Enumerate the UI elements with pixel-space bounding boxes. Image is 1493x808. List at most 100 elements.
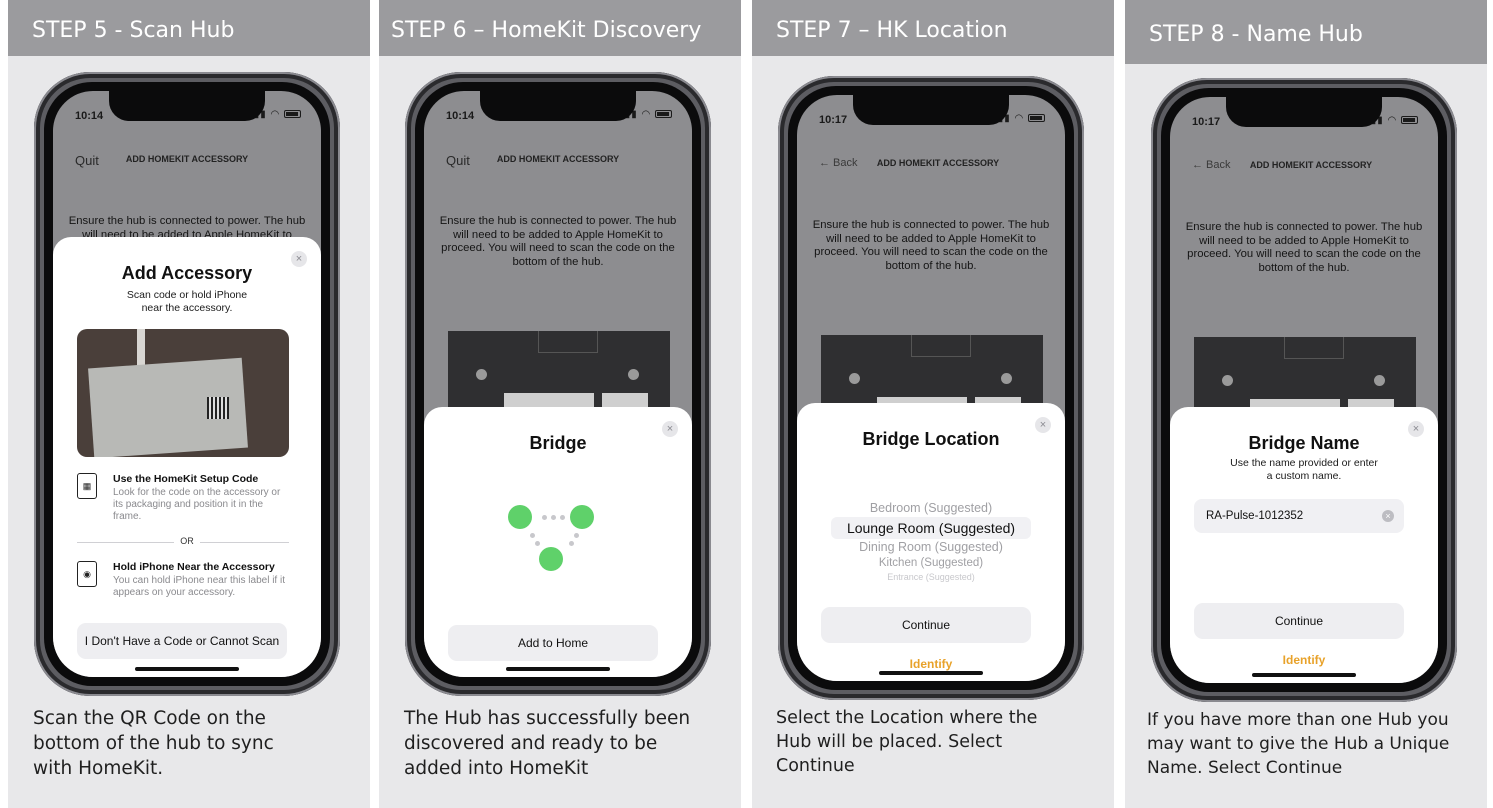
clear-icon[interactable]: × <box>1382 510 1394 522</box>
location-option[interactable]: Entrance (Suggested) <box>797 572 1065 582</box>
bridge-discovery-graphic <box>508 505 608 575</box>
status-time: 10:17 <box>1192 116 1221 128</box>
step6-panel: STEP 6 – HomeKit Discovery 10:14 ▮▮▮ ◠ Q… <box>379 0 741 808</box>
instructions-text: Ensure the hub is connected to power. Th… <box>439 215 677 268</box>
add-to-home-button[interactable]: Add to Home <box>448 625 658 661</box>
sheet-title: Bridge <box>529 433 587 453</box>
device-hole <box>1222 375 1233 386</box>
sheet-title: Add Accessory <box>121 263 253 283</box>
dot-icon <box>542 515 547 520</box>
green-node-icon <box>570 505 594 529</box>
phone-frame: 10:17 ▮▮▮ ◠ ← Back ADD HOMEKIT ACCESSORY… <box>1151 78 1457 702</box>
battery-icon <box>655 110 672 119</box>
dot-icon <box>535 541 540 546</box>
identify-link[interactable]: Identify <box>1170 653 1438 667</box>
phone-screen: 10:17 ▮▮▮ ◠ ← Back ADD HOMEKIT ACCESSORY… <box>797 95 1065 681</box>
sheet-subtitle: Use the name provided or enter a custom … <box>1230 457 1378 482</box>
step7-header: STEP 7 – HK Location <box>752 0 1114 56</box>
wifi-icon: ◠ <box>270 109 281 120</box>
instructions-text: Ensure the hub is connected to power. Th… <box>812 219 1050 272</box>
bridge-sheet: × Bridge Add to Home <box>424 407 692 677</box>
bridge-name-sheet: × Bridge Name Use the name provided or e… <box>1170 407 1438 683</box>
location-option[interactable]: Bedroom (Suggested) <box>797 501 1065 515</box>
bridge-location-sheet: × Bridge Location Bedroom (Suggested) Lo… <box>797 403 1065 681</box>
nfc-icon: ◉ <box>77 561 97 587</box>
wifi-icon: ◠ <box>1014 113 1025 124</box>
phone-screen: 10:14 ▮▮▮ ◠ Quit ADD HOMEKIT ACCESSORY E… <box>424 91 692 677</box>
continue-button[interactable]: Continue <box>821 607 1031 643</box>
wifi-icon: ◠ <box>641 109 652 120</box>
or-label-wrap: OR <box>53 536 321 546</box>
step6-caption: The Hub has successfully been discovered… <box>404 708 691 779</box>
dot-icon <box>551 515 556 520</box>
notch <box>109 91 265 121</box>
sheet-subtitle: Scan code or hold iPhone near the access… <box>126 289 248 314</box>
phone-frame: 10:14 ▮▮▮ ◠ Quit ADD HOMEKIT ACCESSORY E… <box>34 72 340 696</box>
device-slot <box>911 335 971 357</box>
home-indicator <box>1252 673 1356 677</box>
status-time: 10:14 <box>446 110 475 122</box>
setup-code-desc: Look for the code on the accessory or it… <box>113 487 281 522</box>
device-hole <box>1374 375 1385 386</box>
step6-header: STEP 6 – HomeKit Discovery <box>379 0 741 56</box>
notch <box>853 95 1009 125</box>
home-indicator <box>879 671 983 675</box>
step5-header: STEP 5 - Scan Hub <box>8 0 370 56</box>
sheet-title: Bridge Name <box>1248 433 1360 453</box>
no-code-button[interactable]: I Don't Have a Code or Cannot Scan <box>77 623 287 659</box>
step5-panel: STEP 5 - Scan Hub 10:14 ▮▮▮ ◠ Quit ADD H… <box>8 0 370 808</box>
phone-frame: 10:17 ▮▮▮ ◠ ← Back ADD HOMEKIT ACCESSORY… <box>778 76 1084 700</box>
device-hole <box>628 369 639 380</box>
dot-icon <box>530 533 535 538</box>
location-option[interactable]: Kitchen (Suggested) <box>797 557 1065 569</box>
phone-bezel: 10:17 ▮▮▮ ◠ ← Back ADD HOMEKIT ACCESSORY… <box>1161 88 1447 692</box>
status-time: 10:14 <box>75 110 104 122</box>
sheet-title: Bridge Location <box>862 429 1000 449</box>
device-slot <box>538 331 598 353</box>
qr-code-icon: ▦ <box>77 473 97 499</box>
qr-code-image <box>207 397 229 419</box>
phone-screen: 10:14 ▮▮▮ ◠ Quit ADD HOMEKIT ACCESSORY E… <box>53 91 321 677</box>
battery-icon <box>1401 116 1418 125</box>
bridge-name-value: RA-Pulse-1012352 <box>1206 510 1304 522</box>
or-label: OR <box>174 536 200 546</box>
continue-button[interactable]: Continue <box>1194 603 1404 639</box>
device-slot <box>1284 337 1344 359</box>
status-time: 10:17 <box>819 114 848 126</box>
step8-panel: STEP 8 - Name Hub 10:17 ▮▮▮ ◠ ← Back ADD… <box>1125 0 1487 808</box>
step7-caption: Select the Location where the Hub will b… <box>776 708 1038 776</box>
device-hole <box>1001 373 1012 384</box>
phone-frame: 10:14 ▮▮▮ ◠ Quit ADD HOMEKIT ACCESSORY E… <box>405 72 711 696</box>
notch <box>1226 97 1382 127</box>
identify-link[interactable]: Identify <box>797 657 1065 671</box>
dot-icon <box>574 533 579 538</box>
device-hole <box>476 369 487 380</box>
setup-code-title: Use the HomeKit Setup Code <box>113 473 259 485</box>
wifi-icon: ◠ <box>1387 115 1398 126</box>
phone-bezel: 10:14 ▮▮▮ ◠ Quit ADD HOMEKIT ACCESSORY E… <box>415 82 701 686</box>
dot-icon <box>560 515 565 520</box>
step8-caption: If you have more than one Hub you may wa… <box>1147 710 1450 778</box>
phone-bezel: 10:14 ▮▮▮ ◠ Quit ADD HOMEKIT ACCESSORY E… <box>44 82 330 686</box>
location-option[interactable]: Dining Room (Suggested) <box>797 540 1065 554</box>
step7-panel: STEP 7 – HK Location 10:17 ▮▮▮ ◠ ← Back … <box>752 0 1114 808</box>
add-accessory-sheet: × Add Accessory Scan code or hold iPhone… <box>53 237 321 677</box>
phone-screen: 10:17 ▮▮▮ ◠ ← Back ADD HOMEKIT ACCESSORY… <box>1170 97 1438 683</box>
phone-bezel: 10:17 ▮▮▮ ◠ ← Back ADD HOMEKIT ACCESSORY… <box>788 86 1074 690</box>
battery-icon <box>1028 114 1045 123</box>
step8-header: STEP 8 - Name Hub <box>1125 0 1487 64</box>
bridge-name-input[interactable]: RA-Pulse-1012352 × <box>1194 499 1404 533</box>
camera-viewfinder <box>77 329 289 457</box>
battery-icon <box>284 110 301 119</box>
hold-near-desc: You can hold iPhone near this label if i… <box>113 575 285 598</box>
step5-caption: Scan the QR Code on the bottom of the hu… <box>33 708 274 779</box>
nav-title: ADD HOMEKIT ACCESSORY <box>876 158 1000 168</box>
notch <box>480 91 636 121</box>
dot-icon <box>569 541 574 546</box>
cable-image <box>137 329 145 369</box>
green-node-icon <box>508 505 532 529</box>
device-hole <box>849 373 860 384</box>
home-indicator <box>135 667 239 671</box>
hold-near-title: Hold iPhone Near the Accessory <box>113 561 275 573</box>
location-option-selected[interactable]: Lounge Room (Suggested) <box>797 520 1065 536</box>
